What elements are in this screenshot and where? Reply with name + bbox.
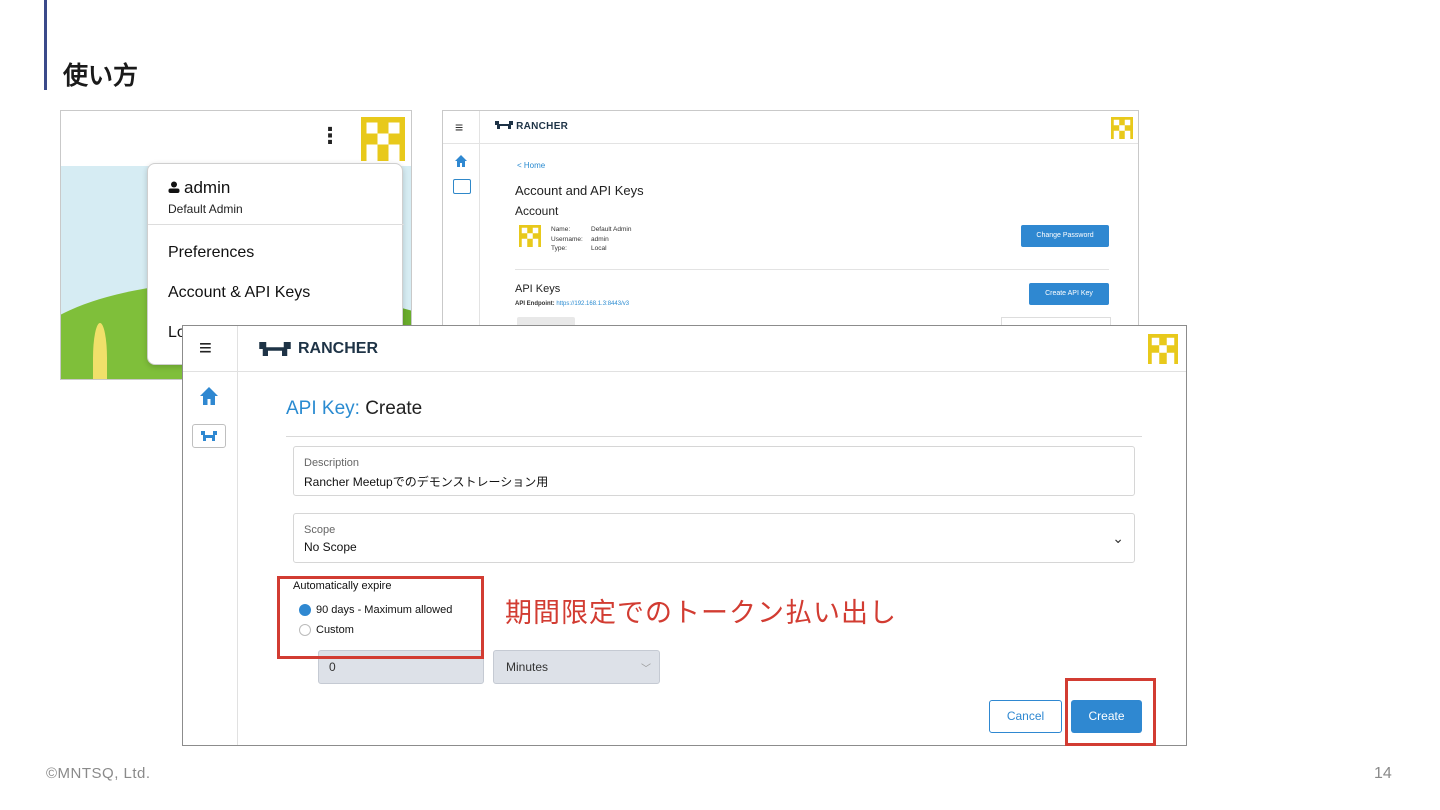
- page-title: Account and API Keys: [515, 183, 644, 198]
- avatar[interactable]: [1111, 117, 1133, 139]
- cluster-icon[interactable]: [192, 424, 226, 448]
- annotation-text: 期間限定でのトークン払い出し: [505, 598, 897, 628]
- chevron-down-icon: ⌄: [1112, 530, 1124, 546]
- footer-copyright: ©MNTSQ, Ltd.: [46, 765, 151, 782]
- menu-username: admin: [168, 178, 230, 198]
- scope-label: Scope: [304, 524, 336, 536]
- scope-value: No Scope: [304, 540, 357, 554]
- description-field[interactable]: Description Rancher Meetupでのデモンストレーション用: [293, 446, 1135, 496]
- menu-divider: [148, 224, 404, 225]
- title-divider: [286, 436, 1142, 437]
- hamburger-icon[interactable]: ≡: [199, 335, 212, 361]
- home-icon[interactable]: [455, 155, 467, 167]
- api-endpoint-link[interactable]: https://192.168.1.3:8443/v3: [556, 301, 629, 307]
- change-password-button[interactable]: Change Password: [1021, 225, 1109, 247]
- account-page-screenshot: ≡ RANCHER < Home Account and API Keys Ac…: [442, 110, 1139, 330]
- avatar[interactable]: [1148, 334, 1178, 364]
- menu-user-role: Default Admin: [168, 202, 243, 216]
- account-details: Name: Default Admin Username: admin Type: L…: [551, 226, 632, 252]
- avatar[interactable]: [361, 117, 405, 161]
- page-title: API Key: Create: [286, 398, 423, 419]
- page-number: 14: [1374, 765, 1392, 782]
- create-api-key-button[interactable]: Create API Key: [1029, 283, 1109, 305]
- description-value[interactable]: Rancher Meetupでのデモンストレーション用: [304, 473, 548, 490]
- slide-title: 使い方: [63, 61, 139, 90]
- scope-select[interactable]: Scope No Scope ⌄: [293, 513, 1135, 563]
- custom-expire-unit-select[interactable]: Minutes ﹀: [493, 650, 660, 684]
- back-home-link[interactable]: < Home: [517, 161, 545, 170]
- cluster-icon[interactable]: [453, 179, 471, 194]
- section-divider: [515, 269, 1109, 270]
- api-keys-heading: API Keys: [515, 283, 561, 295]
- home-icon[interactable]: [200, 387, 218, 405]
- hamburger-icon[interactable]: ≡: [455, 119, 463, 135]
- api-key-create-screenshot: ≡ RANCHER API Key: Create Description Ra…: [182, 325, 1187, 746]
- rancher-cow-icon: [259, 342, 291, 356]
- description-label: Description: [304, 457, 360, 469]
- title-accent-bar: [44, 0, 47, 90]
- account-avatar: [519, 225, 541, 247]
- kebab-menu-icon[interactable]: ⋮: [319, 123, 341, 149]
- chevron-down-icon: ﹀: [641, 664, 651, 675]
- menu-item-account-api-keys[interactable]: Account & API Keys: [168, 284, 310, 302]
- user-icon: [168, 181, 180, 193]
- api-endpoint: API Endpoint: https://192.168.1.3:8443/v…: [515, 301, 630, 307]
- rancher-logo[interactable]: RANCHER: [495, 121, 568, 132]
- menu-item-preferences[interactable]: Preferences: [168, 244, 254, 262]
- cancel-button[interactable]: Cancel: [989, 700, 1062, 733]
- expire-highlight-box: [277, 576, 484, 659]
- account-heading: Account: [515, 204, 559, 218]
- side-nav: [443, 111, 480, 329]
- create-highlight-box: [1065, 678, 1156, 746]
- rancher-logo[interactable]: RANCHER: [258, 340, 378, 358]
- rancher-cow-icon: [495, 121, 513, 129]
